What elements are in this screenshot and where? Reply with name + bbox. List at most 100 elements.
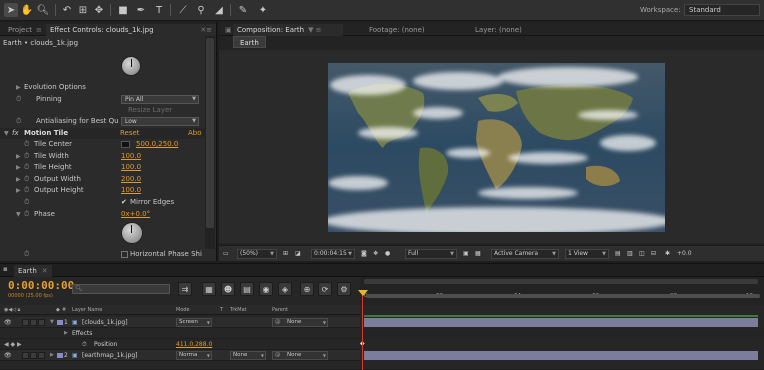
work-area-bar[interactable] <box>366 294 760 298</box>
evolution-dial[interactable] <box>121 56 141 76</box>
keyframe-nav-icon[interactable]: ◀ ◆ ▶ <box>4 339 22 350</box>
column-mode[interactable]: Mode <box>176 305 190 315</box>
position-property-row[interactable]: ◀ ◆ ▶ ⏱ Position 411.0,288.0 <box>0 339 360 350</box>
exposure-icon[interactable]: ✱ <box>665 249 670 259</box>
stopwatch-icon[interactable]: ⏱ <box>16 94 21 105</box>
current-time-display[interactable]: 0:00:04:15 <box>311 249 355 259</box>
effects-group-row[interactable]: ▶ Effects <box>0 328 360 339</box>
region-of-interest-icon[interactable]: ▣ <box>463 249 469 259</box>
mirror-edges-checkbox[interactable]: ✔ <box>121 197 127 208</box>
clone-stamp-icon[interactable]: ⚲ <box>194 3 208 17</box>
column-layer-name[interactable]: Layer Name <box>72 305 102 315</box>
tab-footage[interactable]: Footage: (none) <box>365 24 429 36</box>
current-time-indicator[interactable] <box>362 290 363 370</box>
brainstorm-icon[interactable]: ◈ <box>278 282 292 296</box>
render-queue-icon[interactable]: ▪ <box>3 265 8 273</box>
auto-keyframe-icon[interactable]: ⊕ <box>300 282 314 296</box>
expand-triangle-icon[interactable]: ▶ <box>16 185 21 196</box>
phase-value[interactable]: 0x+0.0° <box>121 209 150 220</box>
rotate-tool-icon[interactable]: ↶ <box>60 3 74 17</box>
track-matte-dropdown[interactable]: None <box>230 351 266 360</box>
tile-width-value[interactable]: 100.0 <box>121 151 141 162</box>
layer-duration-bar-earthmap[interactable] <box>364 351 758 360</box>
antialiasing-dropdown[interactable]: Low <box>121 117 199 126</box>
stopwatch-icon[interactable]: ⏱ <box>24 139 29 150</box>
stopwatch-icon[interactable]: ⏱ <box>24 197 29 208</box>
graph-editor-icon[interactable]: ⟳ <box>318 282 332 296</box>
column-t[interactable]: T <box>220 305 223 315</box>
audio-toggle[interactable] <box>22 352 29 359</box>
mask-visibility-icon[interactable]: ◪ <box>295 249 301 259</box>
eye-icon[interactable]: 👁︎ <box>4 317 12 328</box>
output-width-value[interactable]: 200.0 <box>121 174 141 185</box>
show-snapshot-icon[interactable]: ❖ <box>373 249 378 259</box>
layer-duration-bar-clouds[interactable] <box>364 318 758 327</box>
toggle-pixel-aspect-icon[interactable]: ▤ <box>615 249 621 259</box>
tab-timeline-earth[interactable]: Earth ✕ <box>14 265 52 277</box>
about-link[interactable]: Abo <box>188 128 202 139</box>
pen-tool-icon[interactable]: ✒ <box>134 3 148 17</box>
parent-dropdown[interactable]: @ None <box>272 318 328 327</box>
eraser-icon[interactable]: ◢ <box>212 3 226 17</box>
stopwatch-icon[interactable]: ⏱ <box>24 185 29 196</box>
blend-mode-dropdown[interactable]: Norma <box>176 351 212 360</box>
tile-height-value[interactable]: 100.0 <box>121 162 141 173</box>
collapse-triangle-icon[interactable]: ▼ <box>16 209 21 220</box>
scrollbar-thumb[interactable] <box>206 38 214 228</box>
zoom-tool-icon[interactable]: 🔍︎ <box>36 3 50 17</box>
collapse-triangle-icon[interactable]: ▼ <box>50 317 54 328</box>
fast-previews-icon[interactable]: ▥ <box>627 249 633 259</box>
layer-row-earthmap[interactable]: 👁︎ ▶ 2 ▣ [earthmap_1k.jpg] Norma None @N… <box>0 350 360 361</box>
view-layout-dropdown[interactable]: 1 View <box>565 249 609 259</box>
horizontal-phase-checkbox[interactable] <box>121 251 128 258</box>
tab-layer[interactable]: Layer: (none) <box>471 24 526 36</box>
comp-mini-flowchart-icon[interactable]: ⇉ <box>178 282 192 296</box>
camera-orbit-icon[interactable]: ⊞ <box>76 3 90 17</box>
position-value[interactable]: 411.0,288.0 <box>176 339 212 350</box>
stopwatch-icon[interactable]: ⏱ <box>24 249 29 260</box>
collapse-triangle-icon[interactable]: ▼ <box>4 128 9 139</box>
snapshot-camera-icon[interactable]: ◙ <box>361 249 367 259</box>
expand-triangle-icon[interactable]: ▶ <box>50 350 54 361</box>
column-trkmat[interactable]: TrkMat <box>230 305 247 315</box>
magnification-dropdown[interactable]: (50%) <box>237 249 277 259</box>
current-timecode[interactable]: 0:00:00:00 <box>8 279 74 292</box>
crosshair-icon[interactable] <box>121 141 130 148</box>
tab-composition[interactable]: Composition: Earth ▼ ≡ <box>233 24 343 36</box>
brush-tool-icon[interactable]: ⟋ <box>176 3 190 17</box>
always-preview-icon[interactable]: ▭ <box>223 249 229 259</box>
comp-breadcrumb[interactable]: Earth <box>233 36 266 48</box>
evolution-options-row[interactable]: ▶ Evolution Options <box>0 82 206 93</box>
tile-center-value[interactable]: 500.0,250.0 <box>136 139 178 150</box>
expand-triangle-icon[interactable]: ▶ <box>16 82 21 93</box>
transparency-grid-icon[interactable]: ▦ <box>475 249 481 259</box>
label-color-swatch[interactable] <box>57 353 63 358</box>
time-ruler[interactable]: 0s 02s 04s 06s 08s 10s <box>360 277 764 305</box>
text-tool-icon[interactable]: T <box>152 3 166 17</box>
current-time-indicator-head[interactable] <box>358 290 368 296</box>
draft-3d-icon[interactable]: ▦ <box>202 282 216 296</box>
hand-tool-icon[interactable]: ✋ <box>20 3 34 17</box>
stopwatch-icon[interactable]: ⏱ <box>16 116 21 127</box>
layer-row-clouds[interactable]: 👁︎ ▼ 1 ▣ [clouds_1k.jpg] Screen @None <box>0 317 360 328</box>
pick-whip-icon[interactable]: @ <box>275 352 281 359</box>
expand-triangle-icon[interactable]: ▶ <box>64 328 68 339</box>
comp-viewer[interactable] <box>219 50 764 243</box>
puppet-pin-icon[interactable]: ✦ <box>256 3 270 17</box>
stopwatch-icon[interactable]: ⏱ <box>82 339 87 350</box>
lock-toggle[interactable] <box>38 319 45 326</box>
effect-controls-scrollbar[interactable] <box>205 36 215 249</box>
output-height-value[interactable]: 100.0 <box>121 185 141 196</box>
selection-tool-icon[interactable]: ➤ <box>4 3 18 17</box>
resolution-dropdown[interactable]: Full <box>405 249 457 259</box>
exposure-value[interactable]: +0.0 <box>677 249 692 259</box>
blend-mode-dropdown[interactable]: Screen <box>176 318 212 327</box>
fx-icon[interactable]: fx <box>12 128 19 139</box>
solo-toggle[interactable] <box>30 319 37 326</box>
stopwatch-icon[interactable]: ⏱ <box>24 151 29 162</box>
time-navigator[interactable] <box>364 279 758 284</box>
solo-toggle[interactable] <box>30 352 37 359</box>
color-channel-icon[interactable]: ● <box>385 249 390 259</box>
parent-dropdown[interactable]: @ None <box>272 351 328 360</box>
phase-dial[interactable] <box>121 222 143 244</box>
